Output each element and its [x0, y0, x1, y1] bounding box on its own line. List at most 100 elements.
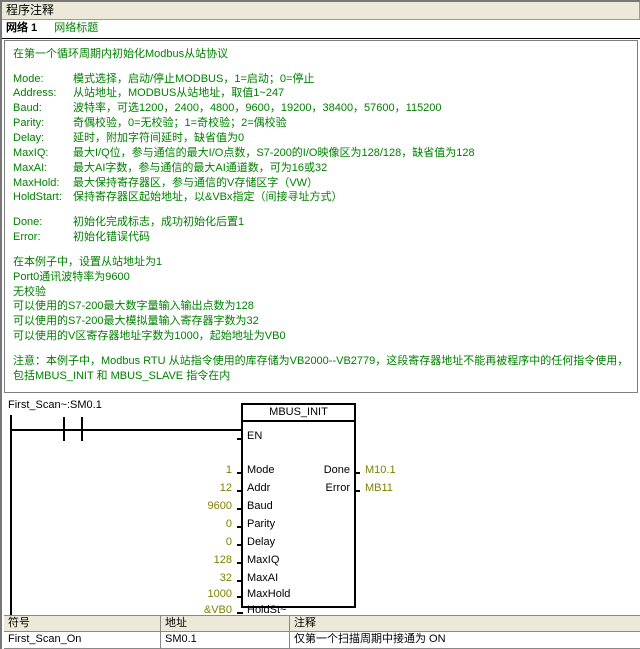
param-key: Baud:	[13, 101, 73, 116]
wire-segment	[86, 429, 241, 431]
param-key: Done:	[13, 215, 73, 230]
comment-param-line: MaxHold:最大保持寄存器区，参与通信的V存储区字（VW）	[13, 176, 629, 191]
pin-name: Error	[326, 482, 350, 496]
comment-example-line: 可以使用的V区寄存器地址字数为1000，起始地址为VB0	[13, 329, 629, 344]
pin-tick	[237, 580, 243, 582]
param-val: 最大保持寄存器区，参与通信的V存储区字（VW）	[73, 176, 318, 191]
comment-param-line: Delay:延时，附加字符间延时，缺省值为0	[13, 131, 629, 146]
comment-intro: 在第一个循环周期内初始化Modbus从站协议	[13, 47, 629, 62]
symbol-table-header: 符号 地址 注释	[4, 615, 640, 633]
network-header-row[interactable]: 网络 1 网络标题	[2, 20, 640, 39]
param-key: Parity:	[13, 116, 73, 131]
network-comment-box[interactable]: 在第一个循环周期内初始化Modbus从站协议 Mode:模式选择，启动/停止MO…	[4, 40, 638, 393]
param-val: 最大I/Q位，参与通信的最大I/O点数，S7-200的I/O映像区为128/12…	[73, 146, 475, 161]
param-val: 奇偶校验，0=无校验；1=奇校验；2=偶校验	[73, 116, 287, 131]
pin-value[interactable]: 0	[226, 518, 232, 532]
comment-done-line: Done: 初始化完成标志，成功初始化后置1	[13, 215, 629, 230]
comment-error-line: Error: 初始化错误代码	[13, 230, 629, 245]
comment-example-line: 可以使用的S7-200最大模拟量输入寄存器字数为32	[13, 314, 629, 329]
pin-tick	[354, 490, 360, 492]
param-val: 初始化完成标志，成功初始化后置1	[73, 215, 244, 230]
param-key: Mode:	[13, 72, 73, 87]
param-val: 延时，附加字符间延时，缺省值为0	[73, 131, 244, 146]
block-pin-row: MaxIQ128	[243, 554, 354, 570]
pin-name: MaxIQ	[247, 554, 279, 568]
comment-example-line: 可以使用的S7-200最大数字量输入输出点数为128	[13, 299, 629, 314]
comment-param-list: Mode:模式选择，启动/停止MODBUS，1=启动；0=停止Address:从…	[13, 72, 629, 206]
comment-param-line: Mode:模式选择，启动/停止MODBUS，1=启动；0=停止	[13, 72, 629, 87]
param-key: MaxAI:	[13, 161, 73, 176]
comment-param-line: Parity:奇偶校验，0=无校验；1=奇校验；2=偶校验	[13, 116, 629, 131]
pin-value[interactable]: 0	[226, 536, 232, 550]
pin-name: Parity	[247, 518, 275, 532]
function-block[interactable]: MBUS_INIT EN Mode1DoneM10.1 Addr12ErrorMB1…	[241, 403, 356, 609]
param-key: MaxHold:	[13, 176, 73, 191]
comment-example-lines: 在本例子中，设置从站地址为1Port0通讯波特率为9600无校验可以使用的S7-…	[13, 255, 629, 344]
pin-value[interactable]: M10.1	[365, 464, 396, 478]
pin-value[interactable]: 1000	[208, 588, 232, 602]
pin-value[interactable]: 1	[226, 464, 232, 478]
pin-value[interactable]: 32	[220, 572, 232, 586]
block-pin-row: Delay0	[243, 536, 354, 552]
param-key: HoldStart:	[13, 190, 73, 205]
col-comment: 注释	[290, 616, 640, 632]
network-label: 网络 1	[6, 22, 37, 34]
power-rail	[10, 415, 12, 615]
param-key: MaxIQ:	[13, 146, 73, 161]
contact-bar	[60, 429, 86, 431]
param-val: 从站地址，MODBUS从站地址，取值1~247	[73, 86, 284, 101]
col-symbol: 符号	[4, 616, 161, 632]
comment-param-line: MaxIQ:最大I/Q位，参与通信的最大I/O点数，S7-200的I/O映像区为…	[13, 146, 629, 161]
pin-tick	[237, 526, 243, 528]
cell-address: SM0.1	[161, 632, 290, 648]
block-title: MBUS_INIT	[241, 403, 356, 421]
pin-name: MaxAI	[247, 572, 278, 586]
no-contact[interactable]	[60, 417, 86, 441]
comment-example-line: Port0通讯波特率为9600	[13, 270, 629, 285]
pin-name: Done	[324, 464, 350, 478]
program-comment-header: 程序注释	[2, 2, 640, 20]
pin-tick	[237, 438, 243, 440]
pin-name: Delay	[247, 536, 275, 550]
pin-value[interactable]: 12	[220, 482, 232, 496]
param-val: 初始化错误代码	[73, 230, 150, 245]
comment-example-line: 在本例子中，设置从站地址为1	[13, 255, 629, 270]
pin-name: Baud	[247, 500, 273, 514]
comment-param-line: MaxAI:最大AI字数，参与通信的最大AI通道数，可为16或32	[13, 161, 629, 176]
param-val: 保持寄存器区起始地址，以&VBx指定（间接寻址方式）	[73, 190, 343, 205]
pin-tick	[354, 472, 360, 474]
block-pin-row: MaxAI32	[243, 572, 354, 588]
comment-note: 注意：本例子中，Modbus RTU 从站指令使用的库存储为VB2000--VB…	[13, 354, 629, 384]
pin-value[interactable]: MB11	[365, 482, 393, 496]
pin-value[interactable]: 128	[214, 554, 232, 568]
pin-name: Addr	[247, 482, 270, 496]
pin-tick	[237, 508, 243, 510]
param-key: Address:	[13, 86, 73, 101]
pin-value[interactable]: 9600	[208, 500, 232, 514]
param-val: 模式选择，启动/停止MODBUS，1=启动；0=停止	[73, 72, 314, 87]
param-key: Delay:	[13, 131, 73, 146]
network-title[interactable]: 网络标题	[54, 22, 98, 34]
pin-tick	[237, 596, 243, 598]
comment-example-line: 无校验	[13, 285, 629, 300]
comment-param-line: Address:从站地址，MODBUS从站地址，取值1~247	[13, 86, 629, 101]
wire-segment	[10, 429, 60, 431]
block-pin-row: EN	[243, 430, 354, 446]
block-pin-row: Parity0	[243, 518, 354, 534]
pin-tick	[237, 490, 243, 492]
contact-tag: First_Scan~:SM0.1	[8, 399, 102, 413]
editor-root: 程序注释 网络 1 网络标题 在第一个循环周期内初始化Modbus从站协议 Mo…	[0, 0, 640, 649]
block-pin-row: MaxHold1000	[243, 588, 354, 604]
pin-name: EN	[247, 430, 262, 444]
param-key: Error:	[13, 230, 73, 245]
pin-tick	[237, 544, 243, 546]
pin-tick	[237, 562, 243, 564]
param-val: 最大AI字数，参与通信的最大AI通道数，可为16或32	[73, 161, 327, 176]
cell-symbol: First_Scan_On	[4, 632, 161, 648]
block-pin-row: Mode1DoneM10.1	[243, 464, 354, 480]
block-pin-row: Baud9600	[243, 500, 354, 516]
ladder-network[interactable]: First_Scan~:SM0.1 MBUS_INIT EN Mode1DoneM…	[2, 399, 640, 619]
block-pin-row: Addr12ErrorMB11	[243, 482, 354, 498]
block-body: EN Mode1DoneM10.1 Addr12ErrorMB11 Baud9600 P…	[241, 420, 356, 608]
table-row[interactable]: First_Scan_On SM0.1 仅第一个扫描周期中接通为 ON	[4, 632, 640, 649]
